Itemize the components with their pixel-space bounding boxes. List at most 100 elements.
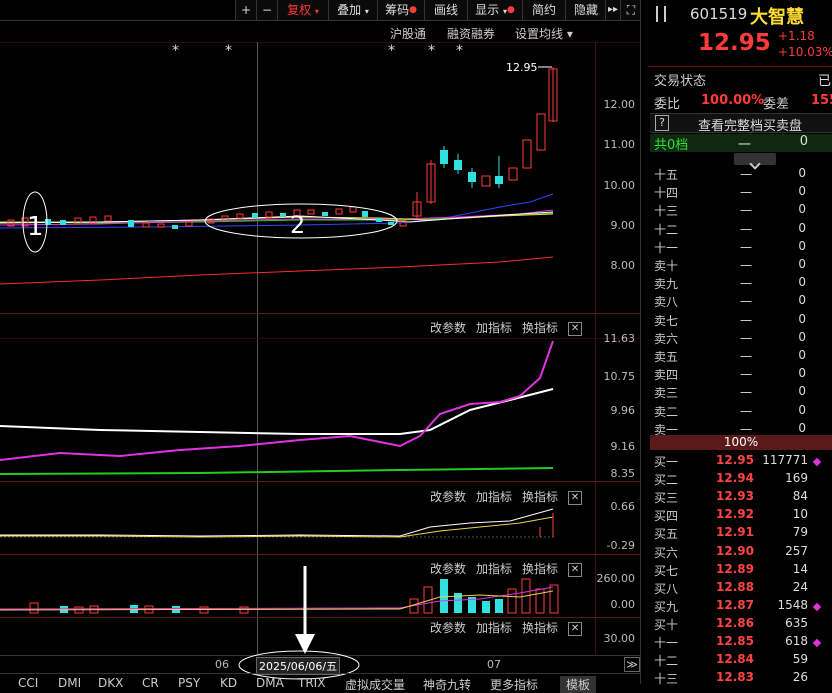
swap-indicator-button[interactable]: 换指标 <box>522 321 558 335</box>
sell-level-row[interactable]: 十五 一 0 <box>652 166 832 184</box>
sell-level-volume: 0 <box>798 202 806 217</box>
buy-level-volume: 59 <box>792 652 808 667</box>
tab-dma[interactable]: DMA <box>256 676 284 690</box>
edit-params-button[interactable]: 改参数 <box>430 562 466 576</box>
sell-level-price: 一 <box>740 350 753 364</box>
edit-params-button[interactable]: 改参数 <box>430 321 466 335</box>
sell-level-volume: 0 <box>798 329 806 344</box>
fuquan-button[interactable]: 复权 ▾ <box>277 0 328 20</box>
chouma-button[interactable]: 筹码● <box>377 0 424 20</box>
ma-settings-button[interactable]: 设置均线 ▾ <box>515 25 573 42</box>
sell-level-row[interactable]: 卖十 一 0 <box>652 257 832 275</box>
sell-level-row[interactable]: 卖四 一 0 <box>652 366 832 384</box>
tab-cr[interactable]: CR <box>142 676 159 690</box>
sell-level-row[interactable]: 卖九 一 0 <box>652 275 832 293</box>
full-depth-button[interactable]: ? 查看完整档买卖盘 <box>650 113 832 134</box>
sell-level-row[interactable]: 卖三 一 0 <box>652 384 832 402</box>
swap-indicator-button[interactable]: 换指标 <box>522 621 558 635</box>
scroll-right-button[interactable]: ≫ <box>624 657 640 672</box>
sell-level-volume: 0 <box>798 220 806 235</box>
sell-level-row[interactable]: 十二 一 0 <box>652 221 832 239</box>
tab-cci[interactable]: CCI <box>18 676 38 690</box>
macd-dif-line <box>0 508 554 537</box>
tab-kd[interactable]: KD <box>220 676 237 690</box>
tab-trix[interactable]: TRIX <box>298 676 325 690</box>
diejia-button[interactable]: 叠加 ▾ <box>328 0 377 20</box>
swap-indicator-button[interactable]: 换指标 <box>522 490 558 504</box>
tab-more-indicators[interactable]: 更多指标 <box>490 676 538 693</box>
sell-level-row[interactable]: 卖七 一 0 <box>652 312 832 330</box>
sell-level-volume: 0 <box>798 257 806 271</box>
indicator-chart-3[interactable] <box>0 505 595 555</box>
ma250-line <box>0 256 554 285</box>
collapse-button[interactable] <box>734 153 776 170</box>
tab-td-sequential[interactable]: 神奇九转 <box>423 676 471 693</box>
close-icon[interactable]: ✕ <box>568 321 583 336</box>
panel-divider <box>0 313 640 314</box>
buy-level-row[interactable]: 买二 12.94 169 <box>652 471 832 489</box>
help-icon: ? <box>655 115 669 131</box>
zoom-out-button[interactable]: − <box>256 0 277 20</box>
tab-template[interactable]: 模板 <box>560 676 597 693</box>
buy-level-price: 12.88 <box>716 579 754 594</box>
jianyue-button[interactable]: 简约 <box>522 0 565 20</box>
hugutong-link[interactable]: 沪股通 <box>390 25 426 42</box>
sell-level-row[interactable]: 卖八 一 0 <box>652 293 832 311</box>
buy-level-volume: 257 <box>785 543 808 558</box>
candles-rally <box>412 67 558 218</box>
buy-level-row[interactable]: 买十 12.86 635 <box>652 616 832 634</box>
xianshi-button[interactable]: 显示 ▾● <box>467 0 522 20</box>
ratio-label: 100% <box>723 435 759 449</box>
sell-level-row[interactable]: 卖六 一 0 <box>652 330 832 348</box>
menu-toggle-icon[interactable] <box>656 6 666 22</box>
sell-level-label: 卖九 <box>654 277 679 292</box>
sell-level-row[interactable]: 卖五 一 0 <box>652 348 832 366</box>
tab-virtual-volume[interactable]: 虚拟成交量 <box>345 676 405 693</box>
buy-level-row[interactable]: 十一 12.85 618 <box>652 634 832 652</box>
buy-level-row[interactable]: 买一 12.95 117771 <box>652 453 832 471</box>
date-annotation-ellipse <box>238 650 360 680</box>
buy-level-row[interactable]: 买六 12.90 257 <box>652 544 832 562</box>
fullscreen-icon[interactable]: ⛶ <box>620 0 641 20</box>
edit-params-button[interactable]: 改参数 <box>430 621 466 635</box>
close-icon[interactable]: ✕ <box>568 621 583 636</box>
weibi-value: 100.00% <box>701 93 765 108</box>
sell-level-price: 一 <box>740 295 753 310</box>
buy-level-row[interactable]: 买七 12.89 14 <box>652 562 832 580</box>
edit-params-button[interactable]: 改参数 <box>430 490 466 504</box>
dropdown-icon: ▾ <box>314 7 319 16</box>
tab-dkx[interactable]: DKX <box>98 676 123 690</box>
tab-psy[interactable]: PSY <box>178 676 200 690</box>
buy-level-row[interactable]: 买八 12.88 24 <box>652 580 832 598</box>
buy-level-row[interactable]: 十二 12.84 59 <box>652 652 832 670</box>
tab-dmi[interactable]: DMI <box>58 676 81 690</box>
rongzi-link[interactable]: 融资融券 <box>447 25 495 42</box>
buy-level-row[interactable]: 买五 12.91 79 <box>652 525 832 543</box>
add-indicator-button[interactable]: 加指标 <box>476 562 512 576</box>
zoom-in-button[interactable]: + <box>235 0 256 20</box>
sell-level-row[interactable]: 十一 一 0 <box>652 239 832 257</box>
huaxian-button[interactable]: 画线 <box>424 0 467 20</box>
indicator-chart-2[interactable] <box>0 338 595 478</box>
sell-level-row[interactable]: 十三 一 0 <box>652 202 832 220</box>
buy-level-label: 买三 <box>654 491 679 506</box>
sell-level-row[interactable]: 卖二 一 0 <box>652 403 832 421</box>
buy-level-row[interactable]: 买四 12.92 10 <box>652 507 832 525</box>
sell-level-row[interactable]: 十四 一 0 <box>652 184 832 202</box>
indicator-line-white <box>0 388 554 435</box>
add-indicator-button[interactable]: 加指标 <box>476 621 512 635</box>
buy-level-price: 12.84 <box>716 652 754 667</box>
yincang-button[interactable]: 隐藏 <box>565 0 606 20</box>
buy-level-row[interactable]: 买三 12.93 84 <box>652 489 832 507</box>
buy-level-row[interactable]: 十三 12.83 26 <box>652 670 832 688</box>
buy-level-label: 十一 <box>654 636 679 650</box>
buy-level-row[interactable]: 买九 12.87 1548 <box>652 598 832 616</box>
diejia-label: 叠加 <box>337 3 362 17</box>
add-indicator-button[interactable]: 加指标 <box>476 490 512 504</box>
candlestick-chart[interactable]: * * * * * 12.95 1 2 <box>0 42 595 312</box>
swap-indicator-button[interactable]: 换指标 <box>522 562 558 576</box>
close-icon[interactable]: ✕ <box>568 490 583 505</box>
sell-level-price: 一 <box>740 186 753 201</box>
add-indicator-button[interactable]: 加指标 <box>476 321 512 335</box>
play-icon[interactable]: ▸▸ <box>605 0 620 20</box>
